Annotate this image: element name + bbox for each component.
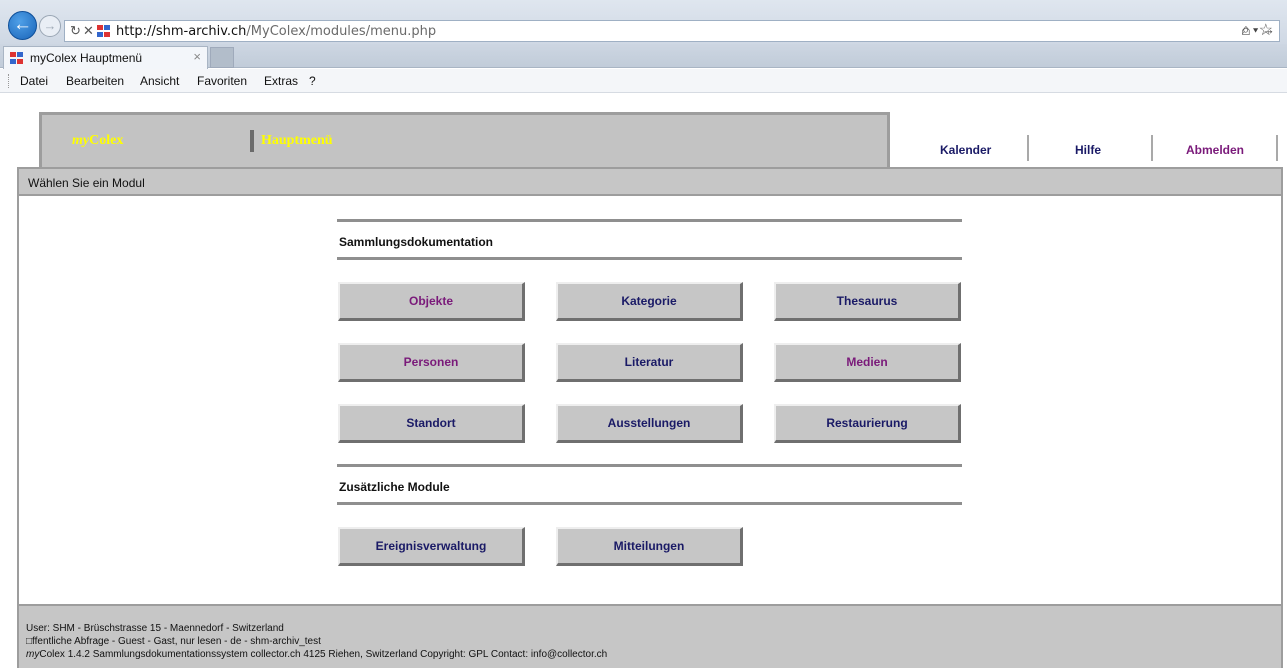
menu-favoriten[interactable]: Favoriten — [197, 74, 247, 88]
module-button-mitteilungen[interactable]: Mitteilungen — [556, 527, 743, 566]
url-path: /MyColex/modules/menu.php — [246, 24, 437, 39]
module-button-literatur[interactable]: Literatur — [556, 343, 743, 382]
module-button-personen[interactable]: Personen — [338, 343, 525, 382]
tab-title: myColex Hauptmenü — [30, 51, 143, 65]
module-button-standort[interactable]: Standort — [338, 404, 525, 443]
arrow-right-icon: → — [43, 18, 57, 33]
nav-kalender[interactable]: Kalender — [940, 143, 991, 157]
footer-access-line: □ffentliche Abfrage - Guest - Gast, nur … — [26, 636, 321, 647]
menu-bearbeiten[interactable]: Bearbeiten — [66, 74, 124, 88]
address-bar[interactable]: ↻ ✕ http://shm-archiv.ch/MyColex/modules… — [64, 20, 1280, 42]
menubar-grip — [8, 74, 10, 88]
forward-button[interactable]: → — [39, 15, 61, 37]
menu-bar: Datei Bearbeiten Ansicht Favoriten Extra… — [0, 69, 1287, 93]
section-rule-top — [337, 464, 962, 467]
footer-brand-prefix: my — [26, 649, 40, 660]
stop-icon[interactable]: ✕ — [83, 23, 94, 39]
page-subtitle: Wählen Sie ein Modul — [28, 176, 145, 190]
module-button-medien[interactable]: Medien — [774, 343, 961, 382]
header-tab — [39, 112, 890, 168]
site-favicon-icon — [97, 25, 111, 38]
home-favorites-icons[interactable]: ⌂☆ — [1241, 20, 1281, 40]
footer-user-line: User: SHM - Brüschstrasse 15 - Maennedor… — [26, 623, 284, 634]
refresh-icon[interactable]: ↻ — [70, 23, 81, 39]
url-text[interactable]: http://shm-archiv.ch/MyColex/modules/men… — [116, 24, 436, 39]
nav-hilfe[interactable]: Hilfe — [1075, 143, 1101, 157]
section-rule-bottom — [337, 257, 962, 260]
brand-suffix: Colex — [89, 133, 124, 148]
url-host: http://shm-archiv.ch — [116, 24, 247, 39]
star-icon[interactable]: ☆ — [1259, 22, 1281, 39]
header-divider — [250, 130, 254, 152]
nav-divider — [1151, 135, 1153, 161]
menu-ansicht[interactable]: Ansicht — [140, 74, 179, 88]
footer-copyright-text: Colex 1.4.2 Sammlungsdokumentationssyste… — [39, 649, 608, 660]
tab-mycolex[interactable]: myColex Hauptmenü × — [3, 46, 208, 69]
module-button-kategorie[interactable]: Kategorie — [556, 282, 743, 321]
menu-datei[interactable]: Datei — [20, 74, 48, 88]
new-tab-button[interactable] — [210, 47, 234, 68]
section-rule-top — [337, 219, 962, 222]
module-button-restaurierung[interactable]: Restaurierung — [774, 404, 961, 443]
nav-divider — [1027, 135, 1029, 161]
tab-strip: myColex Hauptmenü × — [0, 44, 1287, 69]
back-button[interactable]: ← — [8, 11, 37, 40]
home-icon[interactable]: ⌂ — [1241, 22, 1259, 39]
brand-logo: myColex — [72, 133, 123, 149]
nav-divider — [1276, 135, 1278, 161]
section-rule-bottom — [337, 502, 962, 505]
module-title: Hauptmenü — [261, 133, 333, 148]
brand-prefix: my — [72, 133, 90, 148]
menu-help[interactable]: ? — [309, 74, 316, 88]
module-button-thesaurus[interactable]: Thesaurus — [774, 282, 961, 321]
tab-favicon-icon — [10, 52, 24, 65]
arrow-left-icon: ← — [13, 14, 32, 35]
module-button-objekte[interactable]: Objekte — [338, 282, 525, 321]
close-icon[interactable]: × — [193, 49, 201, 64]
section-title-sammlung: Sammlungsdokumentation — [339, 235, 494, 249]
browser-toolbar: ← → ↻ ✕ http://shm-archiv.ch/MyColex/mod… — [0, 0, 1287, 44]
module-button-ausstellungen[interactable]: Ausstellungen — [556, 404, 743, 443]
footer-copyright-line: myColex 1.4.2 Sammlungsdokumentationssys… — [26, 649, 607, 660]
module-button-ereignisverwaltung[interactable]: Ereignisverwaltung — [338, 527, 525, 566]
menu-extras[interactable]: Extras — [264, 74, 298, 88]
section-title-zusatz: Zusätzliche Module — [339, 480, 450, 494]
subtitle-bar — [17, 167, 1283, 196]
nav-abmelden[interactable]: Abmelden — [1186, 143, 1244, 157]
